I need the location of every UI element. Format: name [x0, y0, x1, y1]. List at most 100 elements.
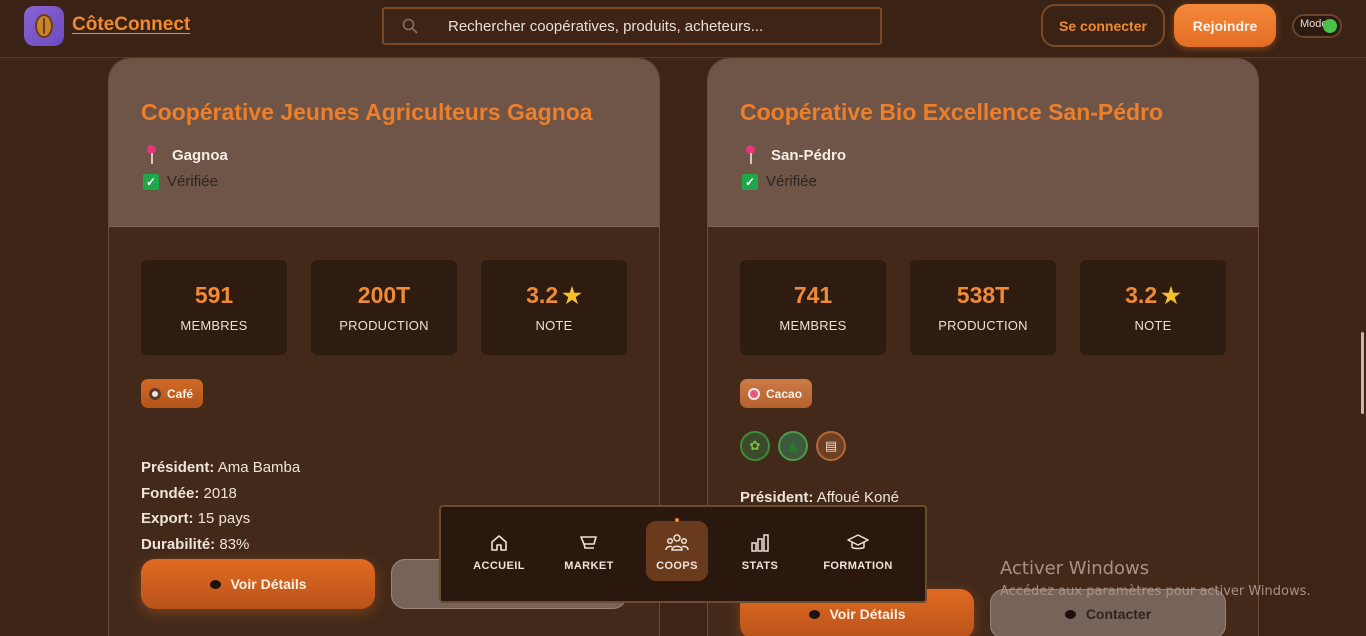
- pin-icon: [740, 145, 762, 165]
- info-label: Président:: [141, 459, 215, 476]
- location-text: Gagnoa: [172, 146, 228, 164]
- stat-value: 3.2 ★: [526, 282, 582, 309]
- eye-icon: [209, 579, 221, 589]
- verified-badge: ✓ Vérifiée: [742, 173, 817, 190]
- view-details-button[interactable]: Voir Détails: [141, 559, 375, 609]
- cart-icon: [580, 536, 597, 549]
- durability-value: 83%: [219, 536, 250, 553]
- location-text: San-Pédro: [771, 146, 847, 164]
- stat-members: 741 MEMBRES: [740, 260, 886, 355]
- founded-info: Fondée: 2018: [141, 485, 237, 502]
- check-icon: ✓: [742, 173, 758, 190]
- windows-activation-subtitle: Accédez aux paramètres pour activer Wind…: [1000, 584, 1311, 599]
- info-label: Président:: [740, 489, 814, 506]
- bar-chart-icon: [751, 534, 769, 552]
- president-info: Président: Ama Bamba: [141, 459, 300, 476]
- pin-icon: [141, 145, 163, 165]
- tree-icon: ▲: [778, 431, 808, 461]
- search-bar[interactable]: Rechercher coopératives, produits, achet…: [382, 7, 882, 45]
- login-button[interactable]: Se connecter: [1041, 4, 1165, 47]
- button-label: Voir Détails: [230, 576, 307, 592]
- verified-text: Vérifiée: [766, 173, 817, 190]
- nav-label: FORMATION: [823, 560, 893, 572]
- stat-production: 538T PRODUCTION: [910, 260, 1056, 355]
- stat-label: NOTE: [535, 318, 573, 333]
- export-count: 15 pays: [197, 510, 251, 527]
- nav-item-coops[interactable]: COOPS: [646, 518, 708, 581]
- stat-value: 538T: [956, 282, 1010, 308]
- brand-name[interactable]: CôteConnect: [72, 14, 190, 36]
- president-name: Ama Bamba: [217, 459, 301, 476]
- nav-label: STATS: [741, 560, 779, 572]
- join-button[interactable]: Rejoindre: [1174, 4, 1276, 47]
- windows-activation-title: Activer Windows: [1000, 558, 1150, 579]
- home-icon: [491, 535, 507, 551]
- card-location: San-Pédro: [740, 145, 846, 165]
- export-info: Export: 15 pays: [141, 510, 250, 527]
- verified-badge: ✓ Vérifiée: [143, 173, 218, 190]
- stat-label: NOTE: [1134, 318, 1172, 333]
- button-label: Contacter: [1085, 606, 1152, 622]
- tag-label: Cacao: [766, 386, 803, 401]
- stat-value: 3.2 ★: [1125, 282, 1181, 309]
- product-tag: Cacao: [740, 379, 813, 408]
- president-info: Président: Affoué Koné: [740, 489, 899, 506]
- product-tag: Café: [141, 379, 204, 408]
- nav-label: ACCUEIL: [473, 560, 525, 572]
- logo-icon[interactable]: [24, 6, 64, 46]
- durability-info: Durabilité: 83%: [141, 536, 249, 553]
- cacao-pod-icon: [748, 387, 760, 400]
- seedling-icon: ✿: [740, 431, 770, 461]
- stat-value: 741: [793, 282, 833, 308]
- verified-text: Vérifiée: [167, 173, 218, 190]
- rating-value: 3.2: [1125, 282, 1158, 308]
- scrollbar[interactable]: [1358, 58, 1366, 636]
- card-header: Coopérative Jeunes Agriculteurs Gagnoa G…: [109, 59, 659, 227]
- scrollbar-thumb[interactable]: [1361, 332, 1364, 414]
- card-title: Coopérative Bio Excellence San-Pédro: [740, 99, 1164, 125]
- search-input[interactable]: Rechercher coopératives, produits, achet…: [448, 18, 763, 35]
- card-header: Coopérative Bio Excellence San-Pédro San…: [708, 59, 1258, 227]
- stat-production: 200T PRODUCTION: [311, 260, 457, 355]
- bottom-navigation: ACCUEIL MARKET COOPS STATS FORMATION: [439, 505, 927, 603]
- stat-label: PRODUCTION: [938, 318, 1028, 333]
- stat-value: 591: [194, 282, 234, 308]
- button-label: Voir Détails: [829, 606, 906, 622]
- graduation-cap-icon: [847, 534, 869, 550]
- dark-mode-toggle[interactable]: Mode: [1292, 14, 1342, 38]
- nav-label: COOPS: [656, 560, 698, 572]
- card-title: Coopérative Jeunes Agriculteurs Gagnoa: [141, 99, 593, 125]
- info-label: Durabilité:: [141, 536, 216, 553]
- info-label: Fondée:: [141, 485, 200, 502]
- clipboard-icon: ▤: [816, 431, 846, 461]
- stat-members: 591 MEMBRES: [141, 260, 287, 355]
- check-icon: ✓: [143, 173, 159, 190]
- search-icon: [402, 18, 418, 34]
- coffee-cup-icon: [149, 387, 161, 400]
- stat-label: MEMBRES: [180, 318, 248, 333]
- card-location: Gagnoa: [141, 145, 228, 165]
- star-icon: ★: [1161, 282, 1181, 308]
- stat-value: 200T: [357, 282, 411, 308]
- rating-value: 3.2: [526, 282, 559, 308]
- stat-rating: 3.2 ★ NOTE: [481, 260, 627, 355]
- info-label: Export:: [141, 510, 194, 527]
- nav-item-stats[interactable]: STATS: [729, 521, 791, 581]
- stat-label: MEMBRES: [779, 318, 847, 333]
- founded-year: 2018: [203, 485, 237, 502]
- star-icon: ★: [562, 282, 582, 308]
- stat-label: PRODUCTION: [339, 318, 429, 333]
- top-header: CôteConnect Rechercher coopératives, pro…: [0, 0, 1366, 58]
- nav-label: MARKET: [564, 560, 614, 572]
- president-name: Affoué Koné: [816, 489, 899, 506]
- nav-item-accueil[interactable]: ACCUEIL: [468, 521, 530, 581]
- users-icon: [665, 534, 689, 551]
- tag-label: Café: [167, 386, 194, 401]
- active-indicator: [675, 518, 679, 522]
- stat-rating: 3.2 ★ NOTE: [1080, 260, 1226, 355]
- eye-icon: [808, 609, 820, 619]
- toggle-knob-icon: [1323, 19, 1337, 33]
- nav-item-market[interactable]: MARKET: [558, 521, 620, 581]
- nav-item-formation[interactable]: FORMATION: [823, 521, 892, 581]
- certification-badges: ✿ ▲ ▤: [740, 431, 854, 461]
